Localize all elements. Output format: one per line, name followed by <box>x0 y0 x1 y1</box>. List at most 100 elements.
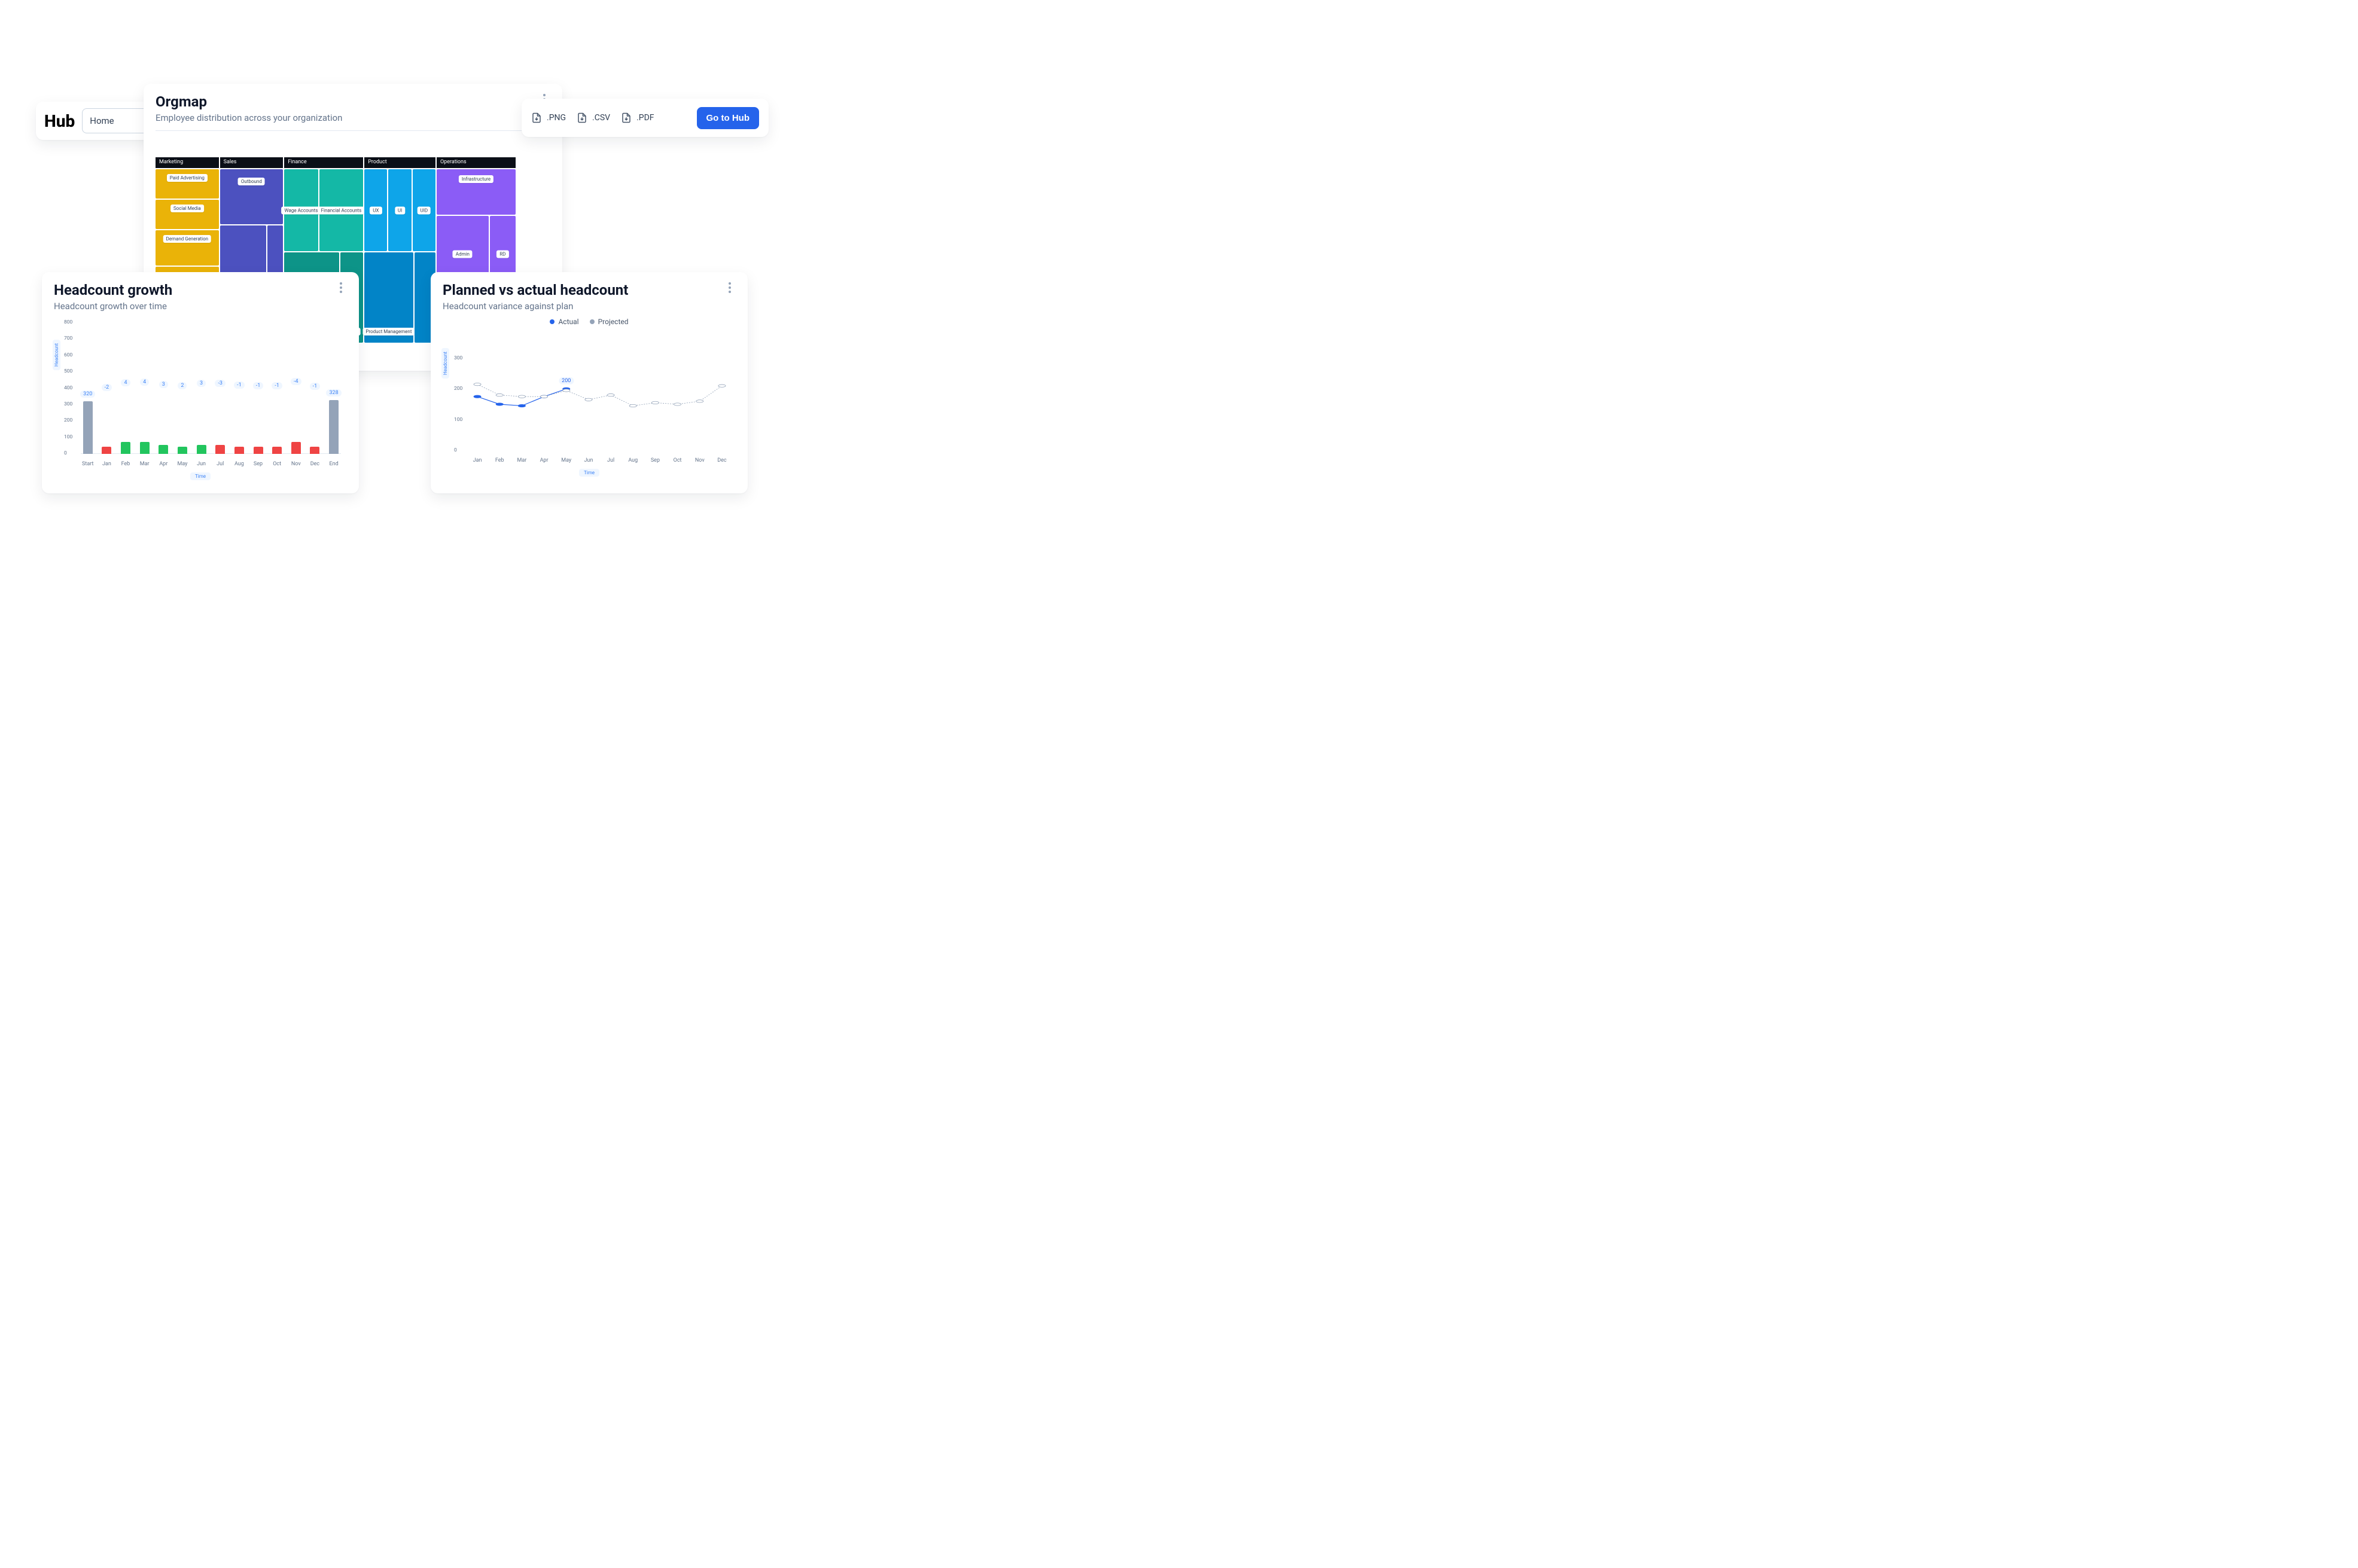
treemap-cell[interactable]: Product Management <box>364 252 413 343</box>
x-tick: Jan <box>100 461 114 467</box>
hg-subtitle: Headcount growth over time <box>54 301 172 312</box>
bar-value-label: 328 <box>326 389 341 396</box>
download-icon <box>577 112 587 123</box>
bar-value-label: 4 <box>140 379 149 386</box>
headcount-growth-card: Headcount growth Headcount growth over t… <box>42 272 359 493</box>
pv-title: Planned vs actual headcount <box>443 282 628 298</box>
x-tick: Jan <box>470 457 485 463</box>
hub-logo-label: Hub <box>44 111 75 131</box>
y-tick: 500 <box>64 368 72 374</box>
planned-vs-actual-card: Planned vs actual headcount Headcount va… <box>431 272 748 493</box>
treemap-cell[interactable]: Demand Generation <box>156 230 219 266</box>
x-tick: Sep <box>251 461 265 467</box>
waterfall-bar[interactable]: -2 <box>100 395 114 454</box>
bar-value-label: 4 <box>121 379 130 386</box>
hg-xlabel: Time <box>190 472 211 480</box>
orgmap-subtitle: Employee distribution across your organi… <box>156 112 342 123</box>
x-tick: Aug <box>232 461 246 467</box>
divider <box>156 130 550 131</box>
y-tick: 100 <box>64 434 72 440</box>
treemap-cell[interactable]: UI <box>388 169 411 251</box>
pv-xlabel: Time <box>579 469 599 477</box>
treemap-cell[interactable]: Paid Advertising <box>156 169 219 199</box>
export-pdf-button[interactable]: .PDF <box>621 112 654 123</box>
treemap-cell[interactable]: Social Media <box>156 200 219 229</box>
pv-subtitle: Headcount variance against plan <box>443 301 628 312</box>
hub-select-value: Home <box>90 115 114 126</box>
export-card: .PNG .CSV .PDF Go to Hub <box>522 99 769 137</box>
treemap-cell[interactable]: Wage Accounts <box>284 169 318 251</box>
waterfall-bar[interactable]: 4 <box>118 390 132 454</box>
legend-actual[interactable]: Actual <box>550 318 578 326</box>
waterfall-bar[interactable]: -1 <box>232 392 246 454</box>
y-tick: 800 <box>64 319 72 325</box>
y-tick: 700 <box>64 335 72 341</box>
x-tick: Nov <box>289 461 303 467</box>
hg-more-menu-icon[interactable] <box>335 282 347 294</box>
waterfall-bar[interactable]: 3 <box>157 392 170 454</box>
x-tick: Feb <box>492 457 507 463</box>
x-tick: Apr <box>157 461 170 467</box>
download-icon <box>531 112 542 123</box>
download-icon <box>621 112 632 123</box>
export-csv-button[interactable]: .CSV <box>577 112 610 123</box>
export-png-button[interactable]: .PNG <box>531 112 566 123</box>
pv-legend: Actual Projected <box>443 318 736 326</box>
y-tick: 200 <box>454 386 462 392</box>
hg-title: Headcount growth <box>54 282 172 298</box>
treemap-header-finance: Finance <box>284 157 363 168</box>
x-tick: Oct <box>270 461 284 467</box>
y-tick: 600 <box>64 352 72 358</box>
bar-value-label: -1 <box>310 383 321 390</box>
x-tick: May <box>559 457 574 463</box>
waterfall-bar[interactable]: -1 <box>308 393 322 454</box>
x-tick: Oct <box>670 457 686 463</box>
bar-value-label: -1 <box>272 382 282 389</box>
bar-value-label: -1 <box>253 382 264 389</box>
waterfall-bar[interactable]: 4 <box>138 389 151 454</box>
bar-value-label: -2 <box>102 384 112 391</box>
waterfall-bar[interactable]: 328 <box>327 400 340 454</box>
x-tick: Start <box>81 461 95 467</box>
pv-more-menu-icon[interactable] <box>724 282 736 294</box>
treemap-header-product: Product <box>364 157 435 168</box>
bar-value-label: 3 <box>197 380 206 387</box>
treemap-cell[interactable]: Outbound <box>220 169 284 224</box>
orgmap-title: Orgmap <box>156 93 342 110</box>
x-tick: Nov <box>692 457 708 463</box>
bar-value-label: -1 <box>234 382 245 389</box>
y-tick: 200 <box>64 417 72 423</box>
treemap-cell[interactable]: Infrastructure <box>437 169 516 215</box>
bar-value-label: 2 <box>178 382 187 389</box>
x-tick: Jul <box>213 461 227 467</box>
waterfall-bar[interactable]: -1 <box>270 393 284 454</box>
treemap-cell[interactable]: Financial Accounts <box>319 169 363 251</box>
x-tick: Sep <box>647 457 663 463</box>
treemap-header-sales: Sales <box>220 157 284 168</box>
waterfall-bar[interactable]: 320 <box>81 401 95 454</box>
x-tick: Dec <box>308 461 322 467</box>
x-tick: End <box>327 461 340 467</box>
legend-projected[interactable]: Projected <box>590 318 629 326</box>
y-tick: 100 <box>454 417 462 423</box>
waterfall-bar[interactable]: -4 <box>289 389 303 454</box>
waterfall-bar[interactable]: 3 <box>194 391 208 454</box>
x-tick: Mar <box>514 457 529 463</box>
waterfall-bar[interactable]: -1 <box>251 393 265 454</box>
bar-value-label: 320 <box>80 391 95 398</box>
x-tick: May <box>175 461 189 467</box>
x-tick: Mar <box>138 461 151 467</box>
x-tick: Aug <box>625 457 641 463</box>
treemap-cell[interactable]: UX <box>364 169 387 251</box>
y-tick: 300 <box>64 401 72 407</box>
y-tick: 400 <box>64 385 72 391</box>
bar-value-label: -4 <box>291 378 301 385</box>
treemap-header-operations: Operations <box>437 157 516 168</box>
x-tick: Apr <box>537 457 552 463</box>
treemap-cell[interactable]: UID <box>413 169 435 251</box>
waterfall-bar[interactable]: 2 <box>175 393 189 454</box>
callout-label: 200 <box>559 377 574 385</box>
x-tick: Dec <box>714 457 730 463</box>
waterfall-bar[interactable]: -3 <box>213 391 227 454</box>
go-to-hub-button[interactable]: Go to Hub <box>697 107 759 129</box>
